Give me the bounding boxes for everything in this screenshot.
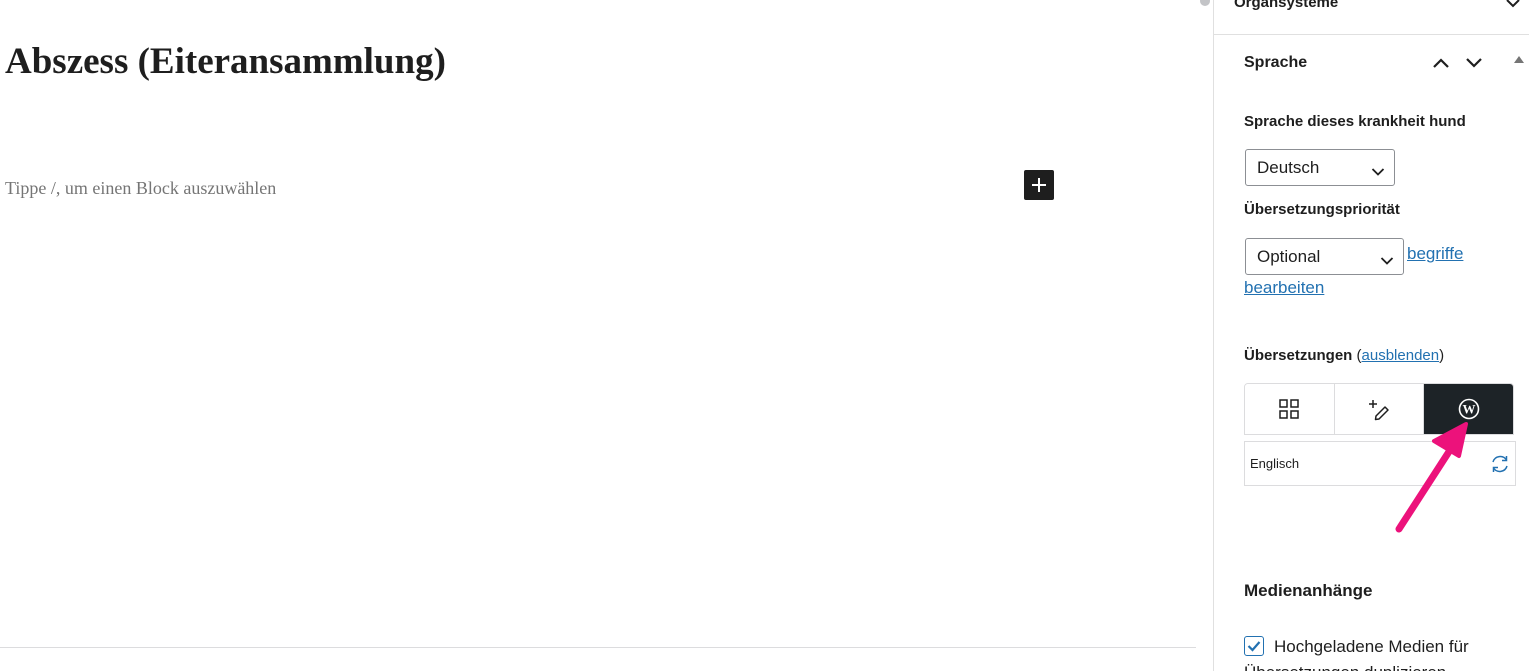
translation-language-name: Englisch [1250,456,1300,471]
add-edit-icon [1369,400,1389,421]
sync-icon[interactable] [1489,453,1511,478]
move-down-button[interactable] [1463,52,1485,74]
media-panel-title: Medienanhänge [1244,581,1373,600]
chevron-down-icon [1380,251,1394,271]
language-select[interactable]: Deutsch [1245,149,1395,186]
edit-terms-link[interactable]: begriffe [1407,244,1463,264]
svg-text:W: W [1462,402,1475,417]
translations-heading: Übersetzungen (ausblenden) [1244,347,1444,364]
tab-wordpress[interactable]: W [1424,384,1513,434]
edit-terms-link-continued[interactable]: bearbeiten [1244,278,1324,298]
tab-add-edit[interactable] [1334,384,1425,434]
priority-select-value: Optional [1257,246,1321,266]
tab-grid[interactable] [1245,384,1335,434]
translation-language-row[interactable]: Englisch [1244,441,1516,486]
language-select-value: Deutsch [1257,157,1320,177]
editor-bottom-divider [0,647,1196,648]
language-label: Sprache dieses krankheit hund [1244,113,1466,130]
scroll-indicator [1200,0,1210,6]
duplicate-media-label[interactable]: Hochgeladene Medien für [1274,636,1469,658]
scrollbar-up-arrow[interactable] [1514,56,1524,63]
checkmark-icon [1247,641,1261,652]
block-placeholder[interactable]: Tippe /, um einen Block auszuwählen [5,178,276,199]
paren-open: ( [1352,347,1362,364]
sprache-panel-title[interactable]: Sprache [1244,54,1307,72]
wordpress-icon: W [1458,398,1479,420]
move-up-button[interactable] [1430,52,1452,74]
organsysteme-panel-header[interactable]: Organsysteme [1214,0,1529,35]
translation-tabs: W [1244,383,1514,435]
plus-icon [1032,178,1046,192]
priority-label: Übersetzungspriorität [1244,201,1400,218]
settings-sidebar: Organsysteme Sprache Sprache dieses kran… [1214,0,1529,671]
editor-canvas: Abszess (Eiteransammlung) Tippe /, um ei… [0,0,1196,671]
organsysteme-panel-title: Organsysteme [1234,0,1339,11]
chevron-down-icon [1371,162,1385,182]
duplicate-media-checkbox[interactable] [1244,636,1264,656]
chevron-up-icon [1433,58,1449,68]
chevron-down-icon[interactable] [1505,0,1521,15]
paren-close: ) [1439,347,1445,364]
post-title[interactable]: Abszess (Eiteransammlung) [5,40,446,83]
duplicate-media-label-continued[interactable]: Übersetzungen duplizieren [1244,662,1446,671]
translations-label: Übersetzungen [1244,347,1353,364]
grid-icon [1279,399,1300,419]
add-block-button[interactable] [1024,170,1054,200]
chevron-down-icon [1466,58,1482,68]
hide-translations-link[interactable]: ausblenden [1362,347,1440,364]
priority-select[interactable]: Optional [1245,238,1404,275]
